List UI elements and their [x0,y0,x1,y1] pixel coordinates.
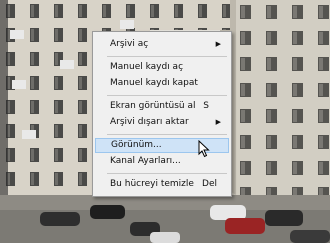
menu-item-label: Arşivi aç [110,39,149,49]
menu-separator [107,95,227,96]
menu-item-label: Kanal Ayarları... [110,156,181,166]
menu-item-screenshot[interactable]: Ekran görüntüsü al S [95,99,229,114]
triangle-right-icon: ▶ [215,118,221,126]
menu-item-export-archive[interactable]: Arşivi dışarı aktar ▶ [95,115,229,130]
menu-item-manual-record-open[interactable]: Manuel kaydı aç [95,60,229,75]
menu-item-shortcut: Del [202,179,217,189]
menu-separator [107,173,227,174]
menu-item-archive-open[interactable]: Arşivi aç ▶ [95,37,229,52]
context-menu: Arşivi aç ▶ Manuel kaydı aç Manuel kaydı… [92,31,232,197]
menu-item-label: Bu hücreyi temizle [110,179,194,189]
menu-item-label: Görünüm... [111,140,162,150]
menu-separator [107,56,227,57]
triangle-right-icon: ▶ [215,40,221,48]
menu-item-label: Manuel kaydı kapat [110,78,198,88]
mouse-pointer-icon [198,140,210,158]
menu-item-clear-cell[interactable]: Bu hücreyi temizle Del [95,177,229,192]
menu-item-label: Arşivi dışarı aktar [110,117,189,127]
menu-item-manual-record-close[interactable]: Manuel kaydı kapat [95,76,229,91]
menu-separator [107,134,227,135]
menu-item-label: Manuel kaydı aç [110,62,184,72]
menu-item-label: Ekran görüntüsü al [110,101,196,111]
menu-item-shortcut: S [203,101,209,111]
